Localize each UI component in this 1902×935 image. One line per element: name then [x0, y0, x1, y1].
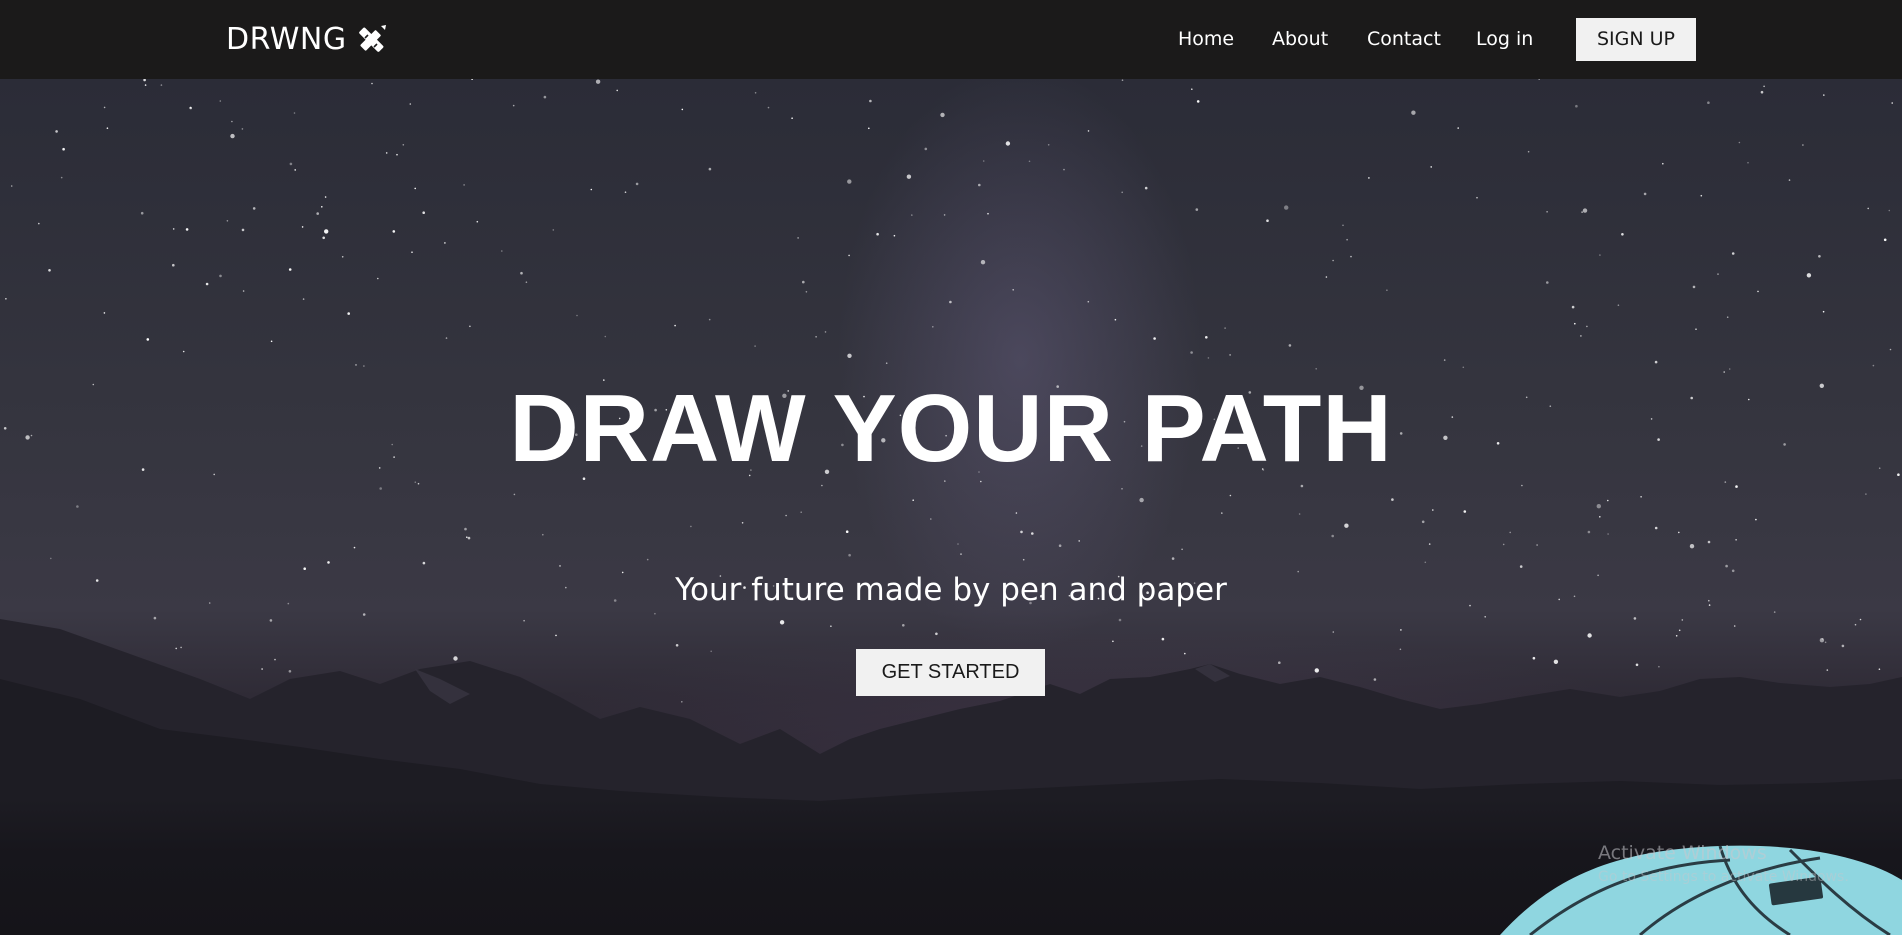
hero-title: DRAW YOUR PATH [509, 375, 1393, 482]
windows-activation-watermark: Activate Windows Go to Settings to activ… [1598, 841, 1898, 887]
navbar: DRWNG Home About Contact Log in SIGN UP [0, 0, 1902, 79]
watermark-title: Activate Windows [1598, 842, 1767, 864]
hero-section: DRAW YOUR PATH Your future made by pen a… [0, 79, 1902, 935]
nav-link-about[interactable]: About [1272, 26, 1328, 52]
hero-subtitle: Your future made by pen and paper [675, 572, 1227, 608]
nav-link-home[interactable]: Home [1178, 26, 1234, 52]
watermark-subtitle: Go to Settings to activate Windows. [1598, 869, 1849, 885]
get-started-button[interactable]: GET STARTED [856, 649, 1045, 696]
nav-link-login[interactable]: Log in [1476, 26, 1533, 52]
nav-link-contact[interactable]: Contact [1367, 26, 1441, 52]
signup-button[interactable]: SIGN UP [1576, 18, 1696, 61]
